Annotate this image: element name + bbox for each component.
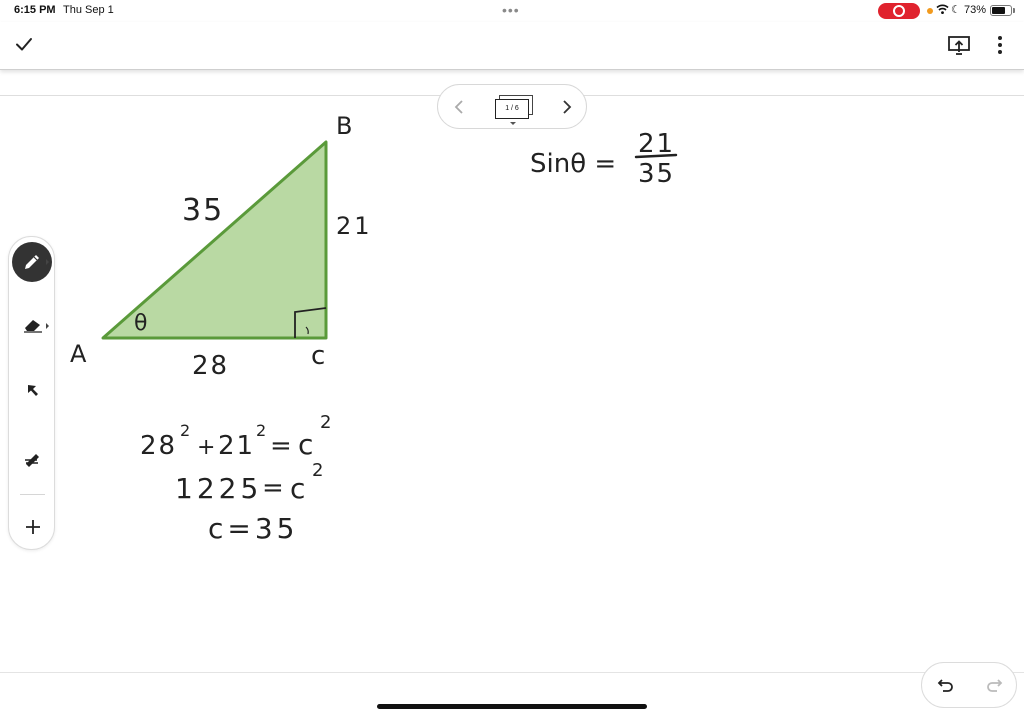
page-thumbnail-button[interactable]: 1 / 6: [495, 95, 533, 121]
bottom-divider: [0, 672, 1024, 673]
eq1-equals: =: [270, 431, 292, 461]
add-icon: [25, 520, 40, 534]
mic-indicator-icon: [927, 8, 933, 14]
vertex-a-label: A: [70, 340, 87, 368]
side-ac-label: 28: [192, 351, 229, 381]
angle-theta-label: θ: [134, 311, 147, 336]
eq1-plus: +: [197, 435, 215, 460]
chevron-left-icon[interactable]: [452, 96, 466, 118]
checkmark-icon[interactable]: [12, 32, 36, 56]
battery-cap: [1013, 8, 1015, 13]
eraser-icon: [23, 320, 42, 333]
undo-icon[interactable]: [936, 675, 956, 695]
select-tool[interactable]: [9, 371, 56, 411]
eq1-term-a: 28: [140, 431, 177, 461]
status-time: 6:15 PM: [14, 4, 56, 16]
pen-icon: [25, 255, 39, 269]
highlighter-icon: [24, 454, 39, 467]
eq1-exp-a: 2: [180, 421, 190, 440]
eraser-options-caret[interactable]: [46, 323, 49, 329]
present-icon[interactable]: [947, 34, 971, 56]
home-indicator[interactable]: [377, 704, 647, 709]
multitask-dots-icon[interactable]: •••: [502, 2, 520, 18]
more-vertical-icon[interactable]: [992, 34, 1008, 56]
sine-equation: Sinθ = 21 35: [530, 129, 678, 189]
status-date: Thu Sep 1: [63, 4, 114, 16]
eq1-exp-c: 2: [320, 412, 331, 433]
moon-icon: ☾: [951, 4, 961, 16]
undo-redo-group: [921, 662, 1017, 708]
eq1-term-b: 21: [218, 431, 255, 461]
battery-fill: [992, 7, 1006, 14]
eq2-left: 1225: [175, 472, 262, 505]
wifi-icon: [936, 4, 949, 15]
pen-options-caret[interactable]: [46, 259, 49, 265]
highlighter-tool[interactable]: [9, 440, 56, 480]
add-tool[interactable]: [9, 507, 56, 547]
redo-icon[interactable]: [984, 675, 1004, 695]
eq2-exp: 2: [312, 460, 323, 481]
chevron-right-icon[interactable]: [560, 96, 574, 118]
eq2-equals: =: [262, 473, 284, 503]
battery-icon: [990, 5, 1012, 16]
side-bc-label: 21: [336, 212, 373, 240]
equation-sum: 1225 = c 2: [175, 460, 323, 505]
battery-percent: 73%: [964, 4, 987, 16]
eq1-exp-b: 2: [256, 421, 266, 440]
page-navigator: 1 / 6: [437, 84, 587, 129]
tool-palette: [8, 236, 55, 550]
top-toolbar: [0, 22, 1024, 70]
right-triangle: [101, 140, 328, 340]
equation-result: c=35: [208, 512, 298, 545]
caret-down-icon: [510, 122, 516, 125]
drawing-canvas[interactable]: A B c θ 35 21 28 28 2 + 21 2 = c 2 1225 …: [0, 96, 1024, 672]
palette-divider: [20, 494, 45, 495]
sin-denominator: 35: [638, 159, 675, 189]
screen-record-icon[interactable]: [878, 3, 920, 19]
page-counter: 1 / 6: [495, 99, 529, 119]
arrow-pointer-icon: [27, 385, 38, 396]
status-bar: 6:15 PM Thu Sep 1 ••• ☾ 73%: [0, 0, 1024, 22]
sin-label: Sinθ =: [530, 149, 616, 179]
side-ab-label: 35: [182, 193, 224, 228]
equation-pythagoras: 28 2 + 21 2 = c 2: [140, 412, 331, 461]
vertex-c-label: c: [311, 341, 325, 371]
eq2-c: c: [290, 472, 305, 505]
eq1-term-c: c: [298, 428, 313, 461]
vertex-b-label: B: [336, 112, 352, 140]
